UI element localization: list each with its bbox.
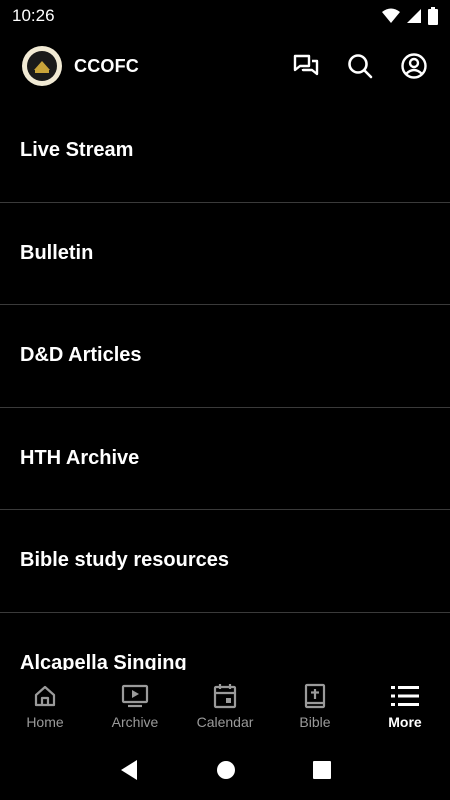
menu-item-label: Alcapella Singing [20, 651, 187, 670]
tab-label: Home [26, 714, 64, 730]
home-icon [34, 685, 56, 707]
tab-home[interactable]: Home [0, 670, 90, 740]
calendar-icon [213, 684, 237, 709]
tab-label: More [388, 714, 422, 730]
recents-icon[interactable] [313, 761, 332, 779]
battery-icon [428, 7, 438, 25]
bottom-nav: Home Archive Calendar Bible More [0, 670, 450, 740]
menu-item-bulletin[interactable]: Bulletin [0, 203, 450, 305]
system-nav-bar [0, 740, 450, 800]
home-circle-icon[interactable] [216, 760, 236, 780]
app-title: CCOFC [74, 55, 139, 76]
church-seal-logo[interactable] [22, 46, 62, 86]
search-button[interactable] [346, 52, 374, 80]
menu-item-hth-archive[interactable]: HTH Archive [0, 408, 450, 510]
menu-item-bible-study-resources[interactable]: Bible study resources [0, 510, 450, 613]
account-circle-icon [401, 53, 427, 79]
tab-more[interactable]: More [360, 670, 450, 740]
menu-item-dd-articles[interactable]: D&D Articles [0, 305, 450, 408]
menu-item-label: D&D Articles [20, 344, 142, 367]
chat-bubbles-icon [293, 54, 319, 76]
more-menu-list: Live Stream Bulletin D&D Articles HTH Ar… [0, 100, 450, 670]
menu-item-alcapella-singing[interactable]: Alcapella Singing [0, 613, 450, 670]
search-icon [348, 54, 373, 79]
tab-bible[interactable]: Bible [270, 670, 360, 740]
tab-label: Calendar [196, 714, 254, 730]
tab-label: Archive [111, 714, 159, 730]
bible-icon [304, 683, 326, 709]
tab-archive[interactable]: Archive [90, 670, 180, 740]
status-time: 10:26 [12, 6, 55, 25]
app-bar: CCOFC [0, 36, 450, 96]
menu-item-live-stream[interactable]: Live Stream [0, 100, 450, 203]
chat-button[interactable] [292, 52, 320, 80]
app-actions [292, 52, 428, 80]
menu-item-label: Bulletin [20, 241, 94, 264]
status-icons [382, 7, 438, 25]
cell-signal-icon [407, 9, 421, 23]
wifi-icon [382, 8, 400, 23]
menu-item-label: Bible study resources [20, 549, 229, 572]
account-button[interactable] [400, 52, 428, 80]
menu-item-label: Live Stream [20, 139, 134, 162]
tab-label: Bible [299, 714, 331, 730]
video-icon [121, 684, 149, 708]
list-icon [391, 686, 419, 706]
back-icon[interactable] [119, 759, 139, 781]
tab-calendar[interactable]: Calendar [180, 670, 270, 740]
status-bar: 10:26 [0, 0, 450, 32]
menu-item-label: HTH Archive [20, 446, 140, 469]
